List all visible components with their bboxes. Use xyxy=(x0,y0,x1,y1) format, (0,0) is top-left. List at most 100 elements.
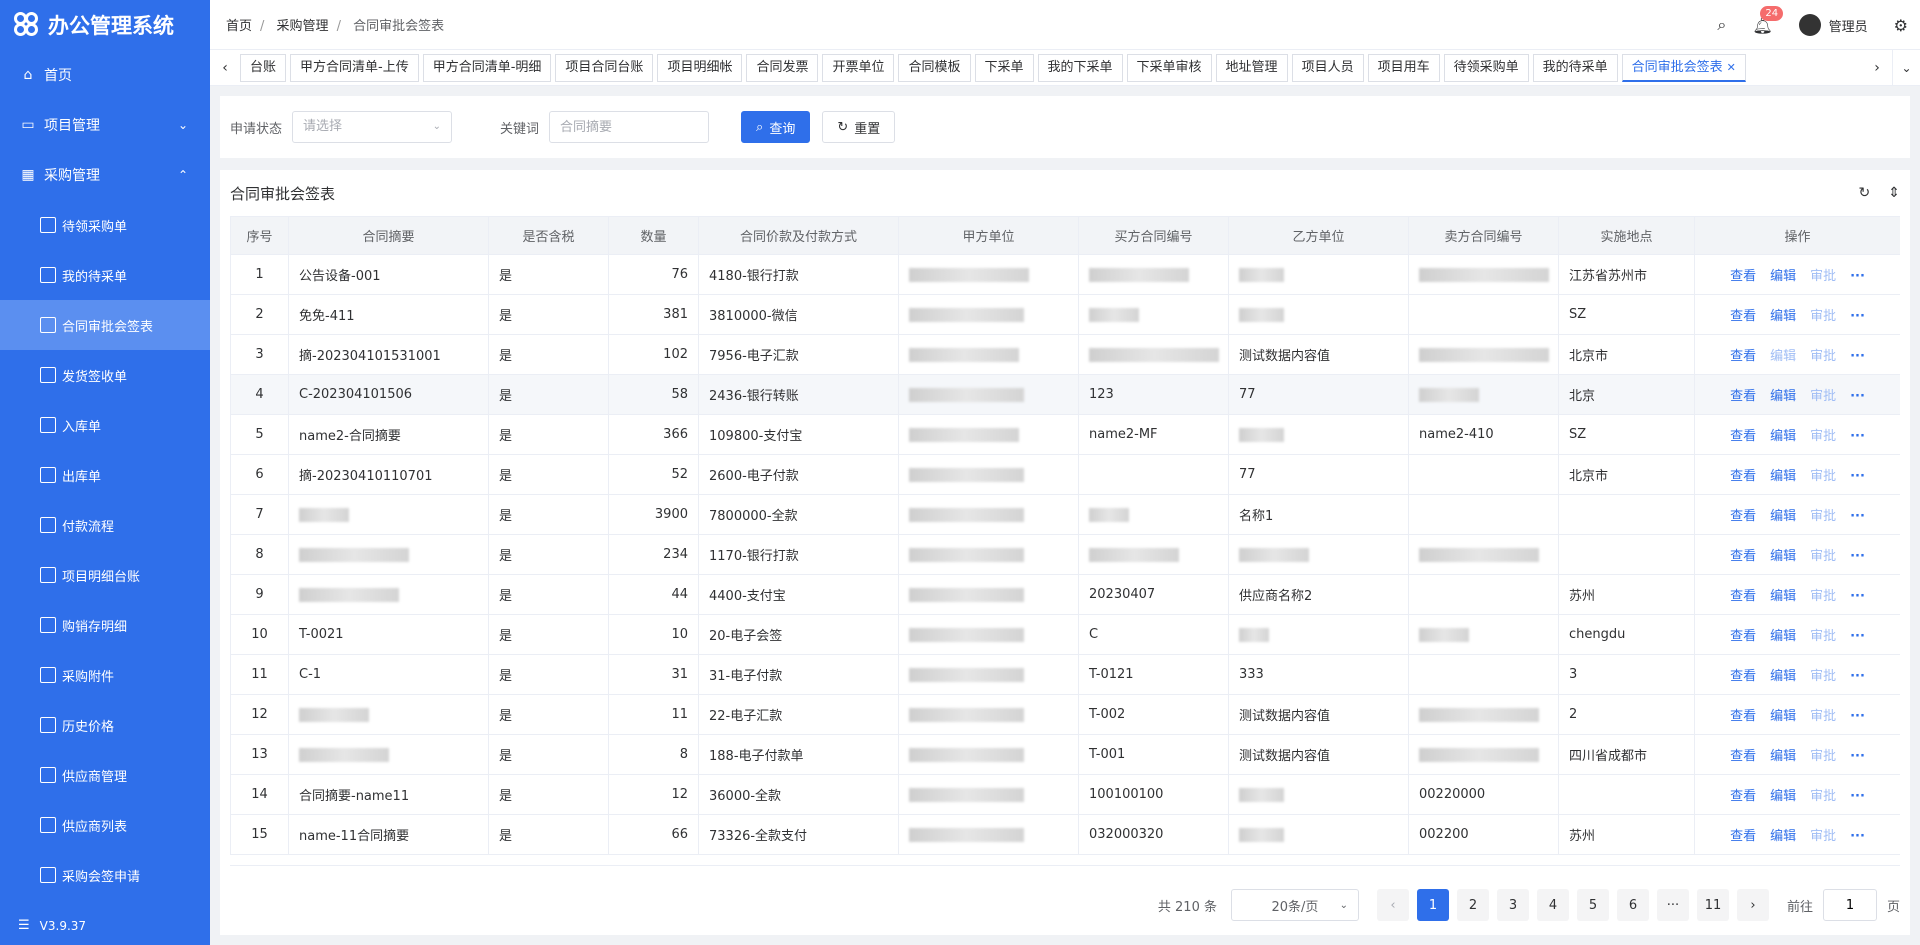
approve-link[interactable]: 审批 xyxy=(1810,749,1836,764)
tab[interactable]: 项目用车 xyxy=(1367,53,1440,82)
breadcrumb-home[interactable]: 首页 xyxy=(226,19,252,34)
collapse-menu-icon[interactable]: ☰ xyxy=(18,918,30,933)
tab[interactable]: 项目合同台账 xyxy=(555,53,654,82)
table-row[interactable]: 5 name2-合同摘要是 366 109800-支付宝 name2-MF name2-4… xyxy=(230,414,1900,455)
table-row[interactable]: 13 是 8 188-电子付款单 T-001 测试数据内容值 四川省成都市 查看 编辑 审批 ··· xyxy=(230,734,1900,775)
approve-link[interactable]: 审批 xyxy=(1810,629,1836,644)
sidebar-subitem[interactable]: 合同审批会签表 xyxy=(0,300,210,350)
sidebar-subitem[interactable]: 待领采购单 xyxy=(0,200,210,250)
page-button[interactable]: 1 xyxy=(1416,889,1449,921)
view-link[interactable]: 查看 xyxy=(1730,789,1756,804)
view-link[interactable]: 查看 xyxy=(1730,589,1756,604)
more-icon[interactable]: ··· xyxy=(1850,549,1865,564)
more-icon[interactable]: ··· xyxy=(1850,429,1865,444)
table-row[interactable]: 14 合同摘要-name11 是 12 36000-全款 100100100 0022000… xyxy=(230,774,1900,815)
goto-page-input[interactable] xyxy=(1822,889,1877,921)
approve-link[interactable]: 审批 xyxy=(1810,669,1836,684)
edit-link[interactable]: 编辑 xyxy=(1770,549,1796,564)
tab[interactable]: 台账 xyxy=(240,53,287,82)
approve-link[interactable]: 审批 xyxy=(1810,509,1836,524)
table-row[interactable]: 6 摘-20230410110701 是 52 2600-电子付款 77 北京市 查看 编辑 审批… xyxy=(230,454,1900,495)
edit-link[interactable]: 编辑 xyxy=(1770,269,1796,284)
sidebar-subitem[interactable]: 出库单 xyxy=(0,450,210,500)
edit-link[interactable]: 编辑 xyxy=(1770,629,1796,644)
edit-link[interactable]: 编辑 xyxy=(1770,749,1796,764)
column-height-icon[interactable]: ⇕ xyxy=(1888,185,1900,201)
tab[interactable]: 待领采购单 xyxy=(1443,53,1529,82)
sidebar-subitem[interactable]: 付款流程 xyxy=(0,500,210,550)
more-icon[interactable]: ··· xyxy=(1850,789,1865,804)
edit-link[interactable]: 编辑 xyxy=(1770,389,1796,404)
breadcrumb-purchase[interactable]: 采购管理 xyxy=(277,19,329,34)
approve-link[interactable]: 审批 xyxy=(1810,789,1836,804)
user-menu[interactable]: 管理员 xyxy=(1798,14,1868,36)
table-row[interactable]: 2 免免-411 是 381 3810000-微信 SZ 查看 编辑 审批 ··· xyxy=(230,294,1900,335)
prev-page-button[interactable]: ‹ xyxy=(1376,889,1409,921)
table-row[interactable]: 7 是 3900 7800000-全款 名称1 查看 编辑 审批 ··· xyxy=(230,494,1900,535)
sidebar-subitem[interactable]: 入库单 xyxy=(0,400,210,450)
view-link[interactable]: 查看 xyxy=(1730,509,1756,524)
approve-link[interactable]: 审批 xyxy=(1810,349,1836,364)
view-link[interactable]: 查看 xyxy=(1730,309,1756,324)
edit-link[interactable]: 编辑 xyxy=(1770,309,1796,324)
sidebar-subitem[interactable]: 供应商管理 xyxy=(0,750,210,800)
search-button[interactable]: ⌕ 查询 xyxy=(741,111,811,143)
tab[interactable]: 合同模板 xyxy=(898,53,971,82)
keyword-input[interactable] xyxy=(549,111,710,143)
more-icon[interactable]: ··· xyxy=(1850,749,1865,764)
tabs-dropdown-icon[interactable]: ⌄ xyxy=(1892,49,1920,86)
approve-link[interactable]: 审批 xyxy=(1810,269,1836,284)
sidebar-item-purchase[interactable]: ▦ 采购管理 ⌃ xyxy=(0,150,210,200)
tab[interactable]: 地址管理 xyxy=(1215,53,1288,82)
more-icon[interactable]: ··· xyxy=(1850,389,1865,404)
approve-link[interactable]: 审批 xyxy=(1810,429,1836,444)
edit-link[interactable]: 编辑 xyxy=(1770,829,1796,844)
view-link[interactable]: 查看 xyxy=(1730,829,1756,844)
table-row[interactable]: 8 是 234 1170-银行打款 查看 编辑 审批 ··· xyxy=(230,534,1900,575)
bell-icon[interactable]: 🔔︎ 24 xyxy=(1752,5,1784,35)
tab[interactable]: 合同审批会签表 ✕ xyxy=(1621,53,1746,82)
edit-link[interactable]: 编辑 xyxy=(1770,349,1796,364)
next-page-button[interactable]: › xyxy=(1736,889,1769,921)
sidebar-subitem[interactable]: 供应商列表 xyxy=(0,800,210,850)
approve-link[interactable]: 审批 xyxy=(1810,549,1836,564)
approve-link[interactable]: 审批 xyxy=(1810,309,1836,324)
tab[interactable]: 合同发票 xyxy=(746,53,819,82)
approve-link[interactable]: 审批 xyxy=(1810,829,1836,844)
table-row[interactable]: 12 是 11 22-电子汇款 T-002 测试数据内容值 2 查看 编辑 审批 ··· xyxy=(230,694,1900,735)
page-button[interactable]: 11 xyxy=(1696,889,1729,921)
approve-link[interactable]: 审批 xyxy=(1810,709,1836,724)
more-icon[interactable]: ··· xyxy=(1850,669,1865,684)
table-row[interactable]: 9 是 44 4400-支付宝 20230407 供应商名称2 苏州 查看 编辑 审批 ··· xyxy=(230,574,1900,615)
more-icon[interactable]: ··· xyxy=(1850,269,1865,284)
view-link[interactable]: 查看 xyxy=(1730,709,1756,724)
edit-link[interactable]: 编辑 xyxy=(1770,469,1796,484)
sidebar-subitem[interactable]: 采购附件 xyxy=(0,650,210,700)
sidebar-subitem[interactable]: 我的待采单 xyxy=(0,250,210,300)
view-link[interactable]: 查看 xyxy=(1730,669,1756,684)
table-row[interactable]: 4 C-202304101506 是 58 2436-银行转账 123 77 北京 查看 编辑 审批… xyxy=(230,374,1900,415)
reset-button[interactable]: ↻ 重置 xyxy=(822,111,896,143)
more-icon[interactable]: ··· xyxy=(1850,309,1865,324)
sidebar-item-home[interactable]: ⌂ 首页 xyxy=(0,50,210,100)
page-button[interactable]: 2 xyxy=(1456,889,1489,921)
edit-link[interactable]: 编辑 xyxy=(1770,429,1796,444)
edit-link[interactable]: 编辑 xyxy=(1770,669,1796,684)
page-button[interactable]: 5 xyxy=(1576,889,1609,921)
sidebar-item-project[interactable]: ▭ 项目管理 ⌄ xyxy=(0,100,210,150)
more-icon[interactable]: ··· xyxy=(1850,629,1865,644)
close-icon[interactable]: ✕ xyxy=(1727,61,1736,74)
more-icon[interactable]: ··· xyxy=(1850,829,1865,844)
page-size-select[interactable]: 20条/页 ⌄ xyxy=(1230,889,1359,921)
page-button[interactable]: 4 xyxy=(1536,889,1569,921)
tab[interactable]: 我的待采单 xyxy=(1532,53,1618,82)
tab[interactable]: 下采单 xyxy=(974,53,1034,82)
table-row[interactable]: 10 T-0021 是 10 20-电子会签 Cchengdu 查看 编辑 审批 ··· xyxy=(230,614,1900,655)
tab[interactable]: 甲方合同清单-明细 xyxy=(422,53,552,82)
page-button[interactable]: 6 xyxy=(1616,889,1649,921)
sidebar-subitem[interactable]: 历史价格 xyxy=(0,700,210,750)
more-icon[interactable]: ··· xyxy=(1850,469,1865,484)
edit-link[interactable]: 编辑 xyxy=(1770,709,1796,724)
sidebar-subitem[interactable]: 采购会签申请 xyxy=(0,850,210,900)
table-row[interactable]: 11 C-1 是 31 31-电子付款 T-0121 333 3 查看 编辑 审批 ··· xyxy=(230,654,1900,695)
